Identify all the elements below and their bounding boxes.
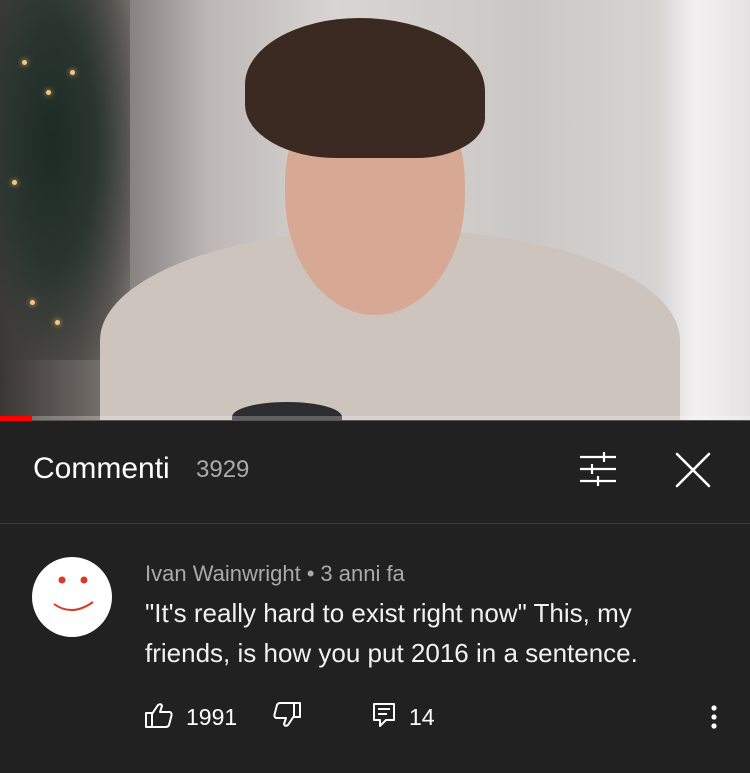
fairy-light (55, 320, 60, 325)
thumbs-up-icon (144, 701, 174, 734)
comments-count: 3929 (196, 456, 250, 483)
close-icon[interactable] (672, 449, 714, 491)
fairy-light (46, 90, 51, 95)
video-player[interactable] (0, 0, 750, 420)
video-progress-bar[interactable] (0, 416, 750, 421)
comment-thread: Ivan Wainwright • 3 anni fa "It's really h… (0, 525, 750, 773)
fairy-light (70, 70, 75, 75)
more-vertical-icon[interactable] (700, 695, 728, 739)
video-progress-fill (0, 416, 33, 421)
fairy-light (12, 180, 17, 185)
fairy-light (30, 300, 35, 305)
comments-title: Commenti (33, 452, 170, 485)
dislike-button[interactable] (272, 695, 302, 739)
like-button[interactable]: 1991 (144, 695, 237, 739)
comment-author[interactable]: Ivan Wainwright (145, 561, 301, 586)
fairy-light (22, 60, 27, 65)
thumbs-down-icon (272, 701, 302, 734)
reply-comment-icon (371, 701, 397, 734)
comment-actions: 1991 14 (0, 695, 750, 739)
avatar[interactable] (32, 557, 112, 637)
like-count: 1991 (186, 703, 238, 730)
meta-separator: • (306, 561, 315, 586)
video-person-hair (245, 18, 485, 158)
reply-button[interactable]: 14 (371, 695, 435, 739)
sort-filter-icon[interactable] (578, 450, 618, 488)
plant-background (0, 0, 130, 360)
comment-text: "It's really hard to exist right now" Th… (145, 598, 638, 668)
comment-time: 3 anni fa (320, 561, 405, 586)
comment-meta: Ivan Wainwright • 3 anni fa (145, 561, 405, 587)
reply-count: 14 (409, 703, 435, 730)
comments-header: Commenti 3929 (0, 422, 750, 524)
